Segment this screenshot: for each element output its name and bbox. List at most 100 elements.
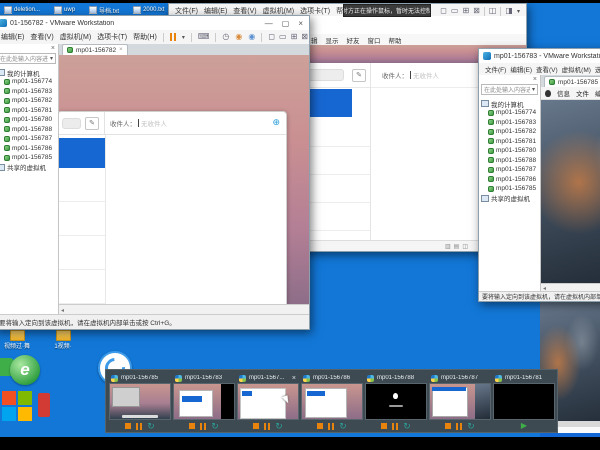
conversation-list[interactable]: [306, 119, 370, 241]
stop-vm-icon[interactable]: [381, 423, 387, 429]
desktop-icon[interactable]: 2000.txt: [133, 6, 164, 14]
pause-vm-icon[interactable]: [392, 423, 398, 430]
stop-vm-icon[interactable]: [189, 423, 195, 429]
front-titlebar[interactable]: 01-156782 - VMware Workstation — ▢ ×: [0, 16, 309, 30]
vm-list-item[interactable]: mp01-156781: [481, 137, 540, 147]
revert-vm-icon[interactable]: ↻: [467, 422, 475, 431]
close-button[interactable]: ×: [298, 19, 303, 28]
mac-menu-item[interactable]: 辑: [311, 35, 318, 45]
suspend-vm-button[interactable]: [170, 33, 176, 41]
message-pane[interactable]: [106, 135, 286, 306]
thumbnail-screen[interactable]: [173, 383, 235, 420]
ctrl-alt-del-icon[interactable]: ⌨: [198, 33, 210, 41]
stop-vm-icon[interactable]: [317, 423, 323, 429]
desktop-icon[interactable]: deletion...: [4, 6, 40, 14]
compose-button[interactable]: ✎: [352, 69, 366, 82]
play-vm-icon[interactable]: ▶: [521, 422, 527, 430]
menu-item[interactable]: 选项卡(T): [97, 32, 127, 42]
compose-button[interactable]: ✎: [85, 117, 99, 130]
right-titlebar[interactable]: mp01-156783 - VMware Workstation: [479, 49, 600, 63]
chevron-down-icon[interactable]: ▾: [182, 34, 185, 41]
red-app-icon[interactable]: [38, 393, 50, 417]
vm-tab[interactable]: mp01-156782 ×: [62, 44, 128, 55]
vm-thumbnail[interactable]: mp01-1567... × ↻ ▶: [237, 373, 299, 429]
view-layout-icon[interactable]: ▭: [451, 7, 459, 15]
mac-menu-item[interactable]: 编辑: [595, 88, 600, 98]
selected-conversation[interactable]: [59, 138, 105, 168]
vm-tab[interactable]: mp01-156785 ×: [544, 76, 600, 87]
desktop-folder[interactable]: 视频过·舞: [2, 330, 32, 350]
desktop-icon[interactable]: 导档.txt: [89, 6, 119, 15]
pause-vm-icon[interactable]: [456, 423, 462, 430]
vm-list-item[interactable]: mp01-156780: [0, 115, 58, 125]
thumbnail-screen[interactable]: [237, 383, 299, 420]
pause-vm-icon[interactable]: [328, 423, 334, 430]
vm-list-item[interactable]: mp01-156785: [0, 153, 58, 163]
vm-list-item[interactable]: mp01-156782: [0, 96, 58, 106]
thumbnail-screen[interactable]: [429, 383, 491, 420]
conversation-list[interactable]: [59, 168, 105, 306]
vm-thumbnail[interactable]: mp01-156785 × ↻ ▶: [109, 373, 171, 429]
vm-list-item[interactable]: mp01-156788: [481, 156, 540, 166]
thumbnail-close-icon[interactable]: ×: [292, 375, 297, 382]
add-contact-icon[interactable]: ⊕: [272, 118, 280, 127]
vm-list-item[interactable]: mp01-156787: [481, 165, 540, 175]
mac-menu-item[interactable]: 信息: [557, 88, 570, 98]
mac-menu-item[interactable]: 好友: [347, 35, 360, 45]
sidebar-close-icon[interactable]: ×: [533, 76, 537, 83]
vm-list-item[interactable]: mp01-156781: [0, 106, 58, 116]
vm-device-icon[interactable]: ◫: [462, 243, 468, 250]
vm-thumbnail[interactable]: mp01-156787 × ↻ ▶: [429, 373, 491, 429]
vm-thumbnail[interactable]: mp01-156781 × ↻ ▶: [493, 373, 555, 429]
menu-item[interactable]: 查看(V): [30, 32, 53, 42]
stop-vm-icon[interactable]: [445, 423, 451, 429]
tab-close-icon[interactable]: ×: [119, 47, 123, 53]
revert-vm-icon[interactable]: ↻: [147, 422, 155, 431]
vm-list-item[interactable]: mp01-156783: [0, 87, 58, 97]
vm-list-item[interactable]: mp01-156780: [481, 146, 540, 156]
vm-disk-icon[interactable]: ▥: [445, 243, 451, 250]
browser-e-icon[interactable]: e: [10, 355, 40, 385]
vm-list-item[interactable]: mp01-156786: [0, 144, 58, 154]
view-layout-icon[interactable]: ⊞: [291, 33, 298, 41]
menu-item[interactable]: 文件(F): [485, 64, 506, 74]
vm-thumbnail[interactable]: mp01-156788 × ↻ ▶: [365, 373, 427, 429]
menu-item[interactable]: 编辑(E): [510, 64, 532, 74]
pause-vm-icon[interactable]: [264, 423, 270, 430]
mac-menu-item[interactable]: 显示: [326, 35, 339, 45]
library-search-box[interactable]: 在此处输入内容进行搜索 ▾: [481, 84, 538, 95]
front-vm-display[interactable]: ✎ 收件人： 无收件人 ⊕: [59, 55, 309, 305]
desktop-icon[interactable]: uwp: [54, 6, 75, 14]
thumbnail-screen[interactable]: [109, 383, 171, 420]
console-view-icon[interactable]: ◫: [489, 7, 497, 15]
vm-thumbnail[interactable]: mp01-156786 × ↻ ▶: [301, 373, 363, 429]
windows-logo-icon[interactable]: [2, 391, 32, 421]
vm-list-item[interactable]: mp01-156774: [0, 77, 58, 87]
chevron-down-icon[interactable]: ▾: [517, 8, 520, 15]
menu-item[interactable]: 虚拟机(M): [562, 64, 591, 74]
view-layout-icon[interactable]: ◻: [268, 33, 275, 41]
user-icon[interactable]: ◉: [248, 33, 255, 41]
thumbnail-screen[interactable]: [301, 383, 363, 420]
menu-item[interactable]: 虚拟机(M): [60, 32, 92, 42]
mac-menu-item[interactable]: 帮助: [389, 35, 402, 45]
capture-icon[interactable]: ◨: [505, 7, 513, 15]
tree-node-my-computer[interactable]: 我的计算机: [0, 68, 58, 77]
mac-menu-item[interactable]: 窗口: [368, 35, 381, 45]
scroll-left-icon[interactable]: ◂: [61, 307, 64, 314]
vm-list-item[interactable]: mp01-156787: [0, 134, 58, 144]
tree-node-shared-vms[interactable]: 共享的虚拟机: [481, 194, 540, 203]
mac-menu-item[interactable]: 文件: [576, 88, 589, 98]
vm-list-item[interactable]: mp01-156785: [481, 184, 540, 194]
desktop-folder[interactable]: 1视频·: [48, 330, 78, 350]
menu-item[interactable]: 查看(V): [536, 64, 558, 74]
revert-vm-icon[interactable]: ↻: [403, 422, 411, 431]
tree-node-shared-vms[interactable]: 共享的虚拟机: [0, 163, 58, 172]
vm-network-icon[interactable]: ▤: [454, 243, 460, 250]
vm-list-item[interactable]: mp01-156782: [481, 127, 540, 137]
revert-vm-icon[interactable]: ↻: [211, 422, 219, 431]
maximize-button[interactable]: ▢: [282, 19, 290, 28]
sidebar-close-icon[interactable]: ×: [51, 45, 55, 52]
revert-vm-icon[interactable]: ↻: [275, 422, 283, 431]
vm-list-item[interactable]: mp01-156788: [0, 125, 58, 135]
